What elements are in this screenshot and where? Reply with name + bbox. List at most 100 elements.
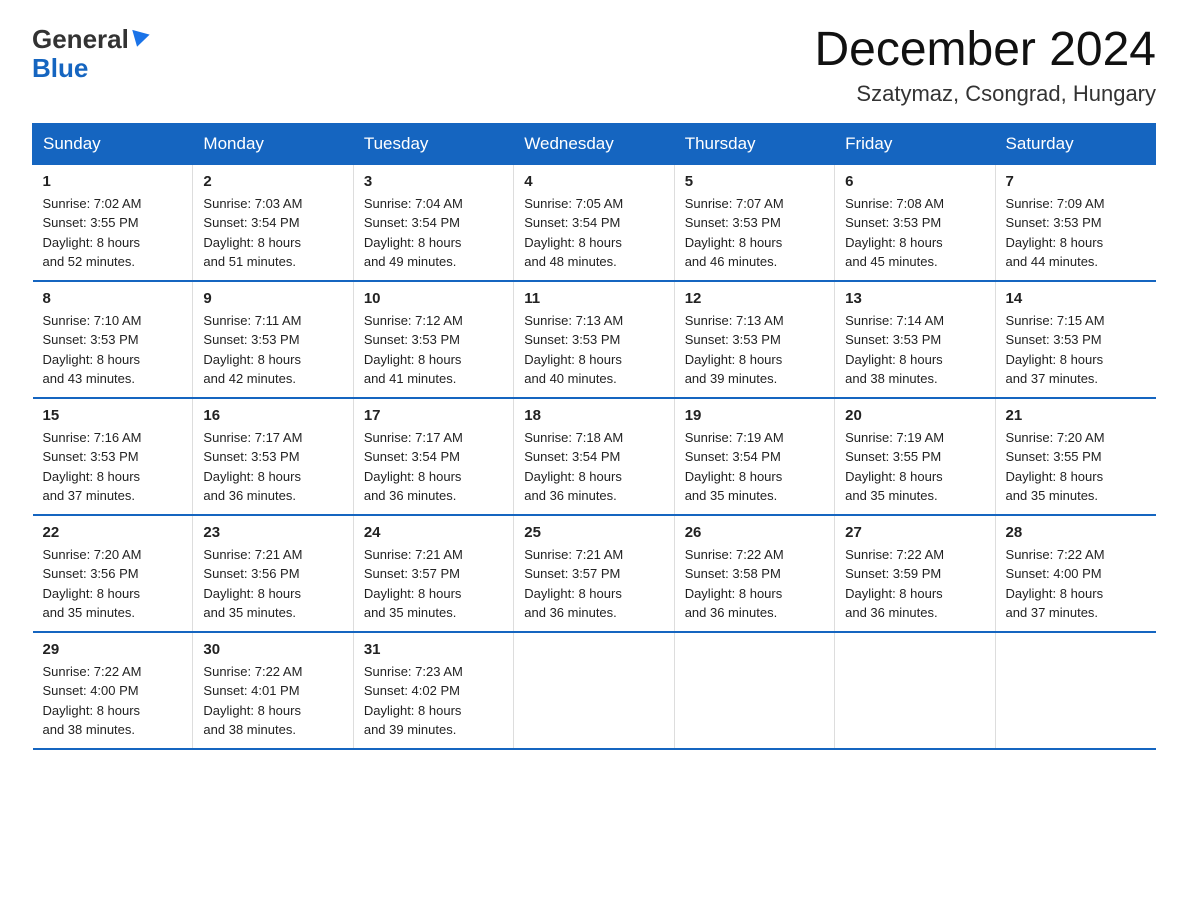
day-info: Sunrise: 7:20 AMSunset: 3:55 PMDaylight:… [1006,428,1146,506]
calendar-cell: 3 Sunrise: 7:04 AMSunset: 3:54 PMDayligh… [353,164,513,281]
calendar-cell: 18 Sunrise: 7:18 AMSunset: 3:54 PMDaylig… [514,398,674,515]
calendar-cell: 17 Sunrise: 7:17 AMSunset: 3:54 PMDaylig… [353,398,513,515]
day-info: Sunrise: 7:14 AMSunset: 3:53 PMDaylight:… [845,311,984,389]
page-header: General Blue December 2024 Szatymaz, Cso… [32,24,1156,107]
day-info: Sunrise: 7:16 AMSunset: 3:53 PMDaylight:… [43,428,183,506]
day-number: 27 [845,524,984,541]
day-number: 3 [364,173,503,190]
logo-general-part: General [32,24,129,55]
logo-row: General [32,24,149,55]
day-info: Sunrise: 7:13 AMSunset: 3:53 PMDaylight:… [685,311,824,389]
day-number: 28 [1006,524,1146,541]
day-info: Sunrise: 7:21 AMSunset: 3:57 PMDaylight:… [364,545,503,623]
day-number: 22 [43,524,183,541]
calendar-cell: 19 Sunrise: 7:19 AMSunset: 3:54 PMDaylig… [674,398,834,515]
day-info: Sunrise: 7:12 AMSunset: 3:53 PMDaylight:… [364,311,503,389]
day-number: 9 [203,290,342,307]
calendar-cell: 31 Sunrise: 7:23 AMSunset: 4:02 PMDaylig… [353,632,513,749]
col-header-saturday: Saturday [995,123,1155,164]
day-number: 6 [845,173,984,190]
day-number: 1 [43,173,183,190]
calendar-cell: 24 Sunrise: 7:21 AMSunset: 3:57 PMDaylig… [353,515,513,632]
calendar-cell: 16 Sunrise: 7:17 AMSunset: 3:53 PMDaylig… [193,398,353,515]
calendar-week-row: 22 Sunrise: 7:20 AMSunset: 3:56 PMDaylig… [33,515,1156,632]
col-header-thursday: Thursday [674,123,834,164]
day-info: Sunrise: 7:07 AMSunset: 3:53 PMDaylight:… [685,194,824,272]
calendar-cell: 5 Sunrise: 7:07 AMSunset: 3:53 PMDayligh… [674,164,834,281]
day-info: Sunrise: 7:17 AMSunset: 3:53 PMDaylight:… [203,428,342,506]
day-number: 17 [364,407,503,424]
day-info: Sunrise: 7:19 AMSunset: 3:55 PMDaylight:… [845,428,984,506]
month-title: December 2024 [814,24,1156,77]
day-info: Sunrise: 7:08 AMSunset: 3:53 PMDaylight:… [845,194,984,272]
location-title: Szatymaz, Csongrad, Hungary [814,81,1156,107]
calendar-cell: 22 Sunrise: 7:20 AMSunset: 3:56 PMDaylig… [33,515,193,632]
day-number: 30 [203,641,342,658]
day-number: 8 [43,290,183,307]
day-number: 13 [845,290,984,307]
day-number: 18 [524,407,663,424]
day-number: 24 [364,524,503,541]
title-block: December 2024 Szatymaz, Csongrad, Hungar… [814,24,1156,107]
day-number: 2 [203,173,342,190]
calendar-week-row: 15 Sunrise: 7:16 AMSunset: 3:53 PMDaylig… [33,398,1156,515]
calendar-cell: 1 Sunrise: 7:02 AMSunset: 3:55 PMDayligh… [33,164,193,281]
calendar-cell: 25 Sunrise: 7:21 AMSunset: 3:57 PMDaylig… [514,515,674,632]
logo-blue-part: Blue [32,53,149,84]
day-info: Sunrise: 7:02 AMSunset: 3:55 PMDaylight:… [43,194,183,272]
day-info: Sunrise: 7:22 AMSunset: 4:01 PMDaylight:… [203,662,342,740]
day-info: Sunrise: 7:03 AMSunset: 3:54 PMDaylight:… [203,194,342,272]
calendar-cell: 7 Sunrise: 7:09 AMSunset: 3:53 PMDayligh… [995,164,1155,281]
day-info: Sunrise: 7:19 AMSunset: 3:54 PMDaylight:… [685,428,824,506]
calendar-cell: 8 Sunrise: 7:10 AMSunset: 3:53 PMDayligh… [33,281,193,398]
day-info: Sunrise: 7:20 AMSunset: 3:56 PMDaylight:… [43,545,183,623]
day-info: Sunrise: 7:17 AMSunset: 3:54 PMDaylight:… [364,428,503,506]
day-number: 4 [524,173,663,190]
calendar-cell: 14 Sunrise: 7:15 AMSunset: 3:53 PMDaylig… [995,281,1155,398]
day-info: Sunrise: 7:21 AMSunset: 3:56 PMDaylight:… [203,545,342,623]
day-number: 26 [685,524,824,541]
day-info: Sunrise: 7:22 AMSunset: 4:00 PMDaylight:… [43,662,183,740]
logo-arrow-icon [128,30,149,49]
calendar-cell: 21 Sunrise: 7:20 AMSunset: 3:55 PMDaylig… [995,398,1155,515]
calendar-cell: 27 Sunrise: 7:22 AMSunset: 3:59 PMDaylig… [835,515,995,632]
day-number: 10 [364,290,503,307]
day-info: Sunrise: 7:04 AMSunset: 3:54 PMDaylight:… [364,194,503,272]
calendar-cell: 9 Sunrise: 7:11 AMSunset: 3:53 PMDayligh… [193,281,353,398]
logo: General Blue [32,24,149,84]
calendar-cell: 10 Sunrise: 7:12 AMSunset: 3:53 PMDaylig… [353,281,513,398]
calendar-cell: 30 Sunrise: 7:22 AMSunset: 4:01 PMDaylig… [193,632,353,749]
day-info: Sunrise: 7:10 AMSunset: 3:53 PMDaylight:… [43,311,183,389]
day-info: Sunrise: 7:22 AMSunset: 3:59 PMDaylight:… [845,545,984,623]
day-number: 25 [524,524,663,541]
day-number: 29 [43,641,183,658]
day-info: Sunrise: 7:22 AMSunset: 4:00 PMDaylight:… [1006,545,1146,623]
calendar-cell: 23 Sunrise: 7:21 AMSunset: 3:56 PMDaylig… [193,515,353,632]
calendar-cell: 15 Sunrise: 7:16 AMSunset: 3:53 PMDaylig… [33,398,193,515]
day-number: 7 [1006,173,1146,190]
col-header-monday: Monday [193,123,353,164]
calendar-week-row: 1 Sunrise: 7:02 AMSunset: 3:55 PMDayligh… [33,164,1156,281]
day-info: Sunrise: 7:11 AMSunset: 3:53 PMDaylight:… [203,311,342,389]
day-number: 31 [364,641,503,658]
day-info: Sunrise: 7:09 AMSunset: 3:53 PMDaylight:… [1006,194,1146,272]
calendar-week-row: 8 Sunrise: 7:10 AMSunset: 3:53 PMDayligh… [33,281,1156,398]
day-number: 19 [685,407,824,424]
day-number: 23 [203,524,342,541]
calendar-cell: 20 Sunrise: 7:19 AMSunset: 3:55 PMDaylig… [835,398,995,515]
day-number: 12 [685,290,824,307]
calendar-cell [514,632,674,749]
calendar-table: SundayMondayTuesdayWednesdayThursdayFrid… [32,123,1156,750]
calendar-cell: 13 Sunrise: 7:14 AMSunset: 3:53 PMDaylig… [835,281,995,398]
calendar-cell: 29 Sunrise: 7:22 AMSunset: 4:00 PMDaylig… [33,632,193,749]
calendar-week-row: 29 Sunrise: 7:22 AMSunset: 4:00 PMDaylig… [33,632,1156,749]
calendar-header-row: SundayMondayTuesdayWednesdayThursdayFrid… [33,123,1156,164]
calendar-cell [674,632,834,749]
day-number: 21 [1006,407,1146,424]
day-info: Sunrise: 7:05 AMSunset: 3:54 PMDaylight:… [524,194,663,272]
calendar-cell: 11 Sunrise: 7:13 AMSunset: 3:53 PMDaylig… [514,281,674,398]
day-number: 11 [524,290,663,307]
day-info: Sunrise: 7:13 AMSunset: 3:53 PMDaylight:… [524,311,663,389]
calendar-cell: 2 Sunrise: 7:03 AMSunset: 3:54 PMDayligh… [193,164,353,281]
day-number: 14 [1006,290,1146,307]
